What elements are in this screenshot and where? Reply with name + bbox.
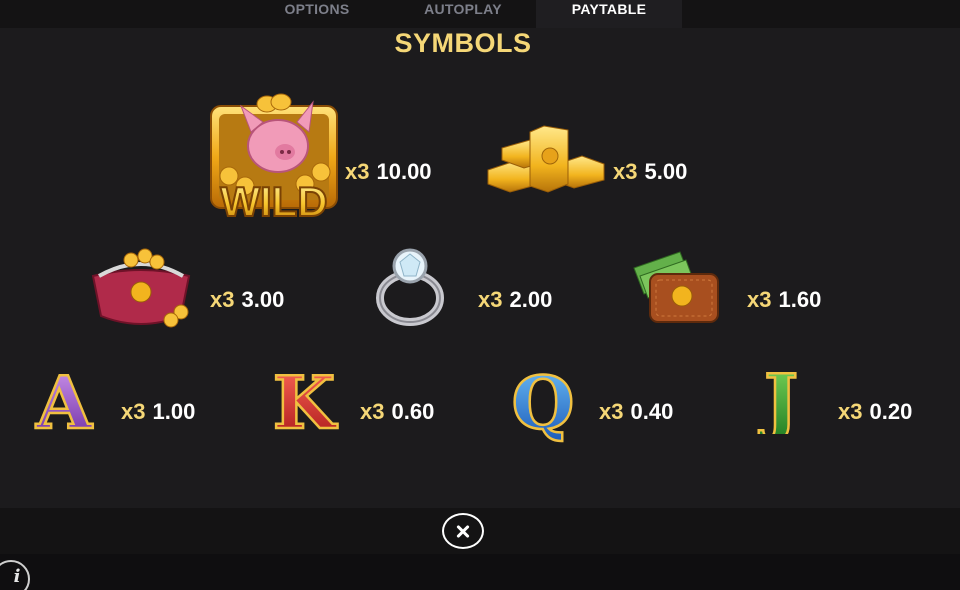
payout-letter-k: x3 0.60 [360, 399, 435, 424]
letter-j-label: J [758, 362, 798, 434]
payout-gold-bars: x3 5.00 [613, 159, 688, 184]
payout-letter-a: x3 1.00 [121, 399, 196, 424]
paytable-screen: OPTIONS AUTOPLAY PAYTABLE SYMBOLS WILD x… [0, 0, 960, 590]
coin-purse-symbol [85, 246, 197, 330]
letter-j-symbol: J [756, 362, 806, 434]
letter-a-label: A [35, 362, 93, 434]
tab-autoplay[interactable]: AUTOPLAY [398, 0, 528, 28]
tab-options[interactable]: OPTIONS [252, 0, 382, 28]
gold-bars-symbol [482, 120, 608, 196]
payout-wild: x3 10.00 [345, 159, 432, 184]
letter-q-symbol: Q [508, 362, 578, 444]
wallet-symbol [630, 248, 724, 328]
page-title: SYMBOLS [394, 28, 532, 58]
tab-paytable[interactable]: PAYTABLE [536, 0, 682, 28]
close-icon[interactable] [442, 513, 484, 549]
tab-bar: OPTIONS AUTOPLAY PAYTABLE [0, 0, 960, 28]
wild-pig-symbol: WILD [205, 92, 343, 224]
payout-letter-q: x3 0.40 [599, 399, 674, 424]
letter-k-label: K [273, 362, 338, 434]
payout-letter-j: x3 0.20 [838, 399, 913, 424]
letter-k-symbol: K [268, 362, 340, 434]
wild-label: WILD [220, 178, 327, 224]
letter-q-label: Q [512, 362, 575, 444]
bottom-bar [0, 554, 960, 590]
payout-diamond-ring: x3 2.00 [478, 287, 553, 312]
payout-coin-purse: x3 3.00 [210, 287, 285, 312]
payout-wallet: x3 1.60 [747, 287, 822, 312]
letter-a-symbol: A [20, 362, 108, 434]
diamond-ring-symbol [372, 246, 448, 326]
